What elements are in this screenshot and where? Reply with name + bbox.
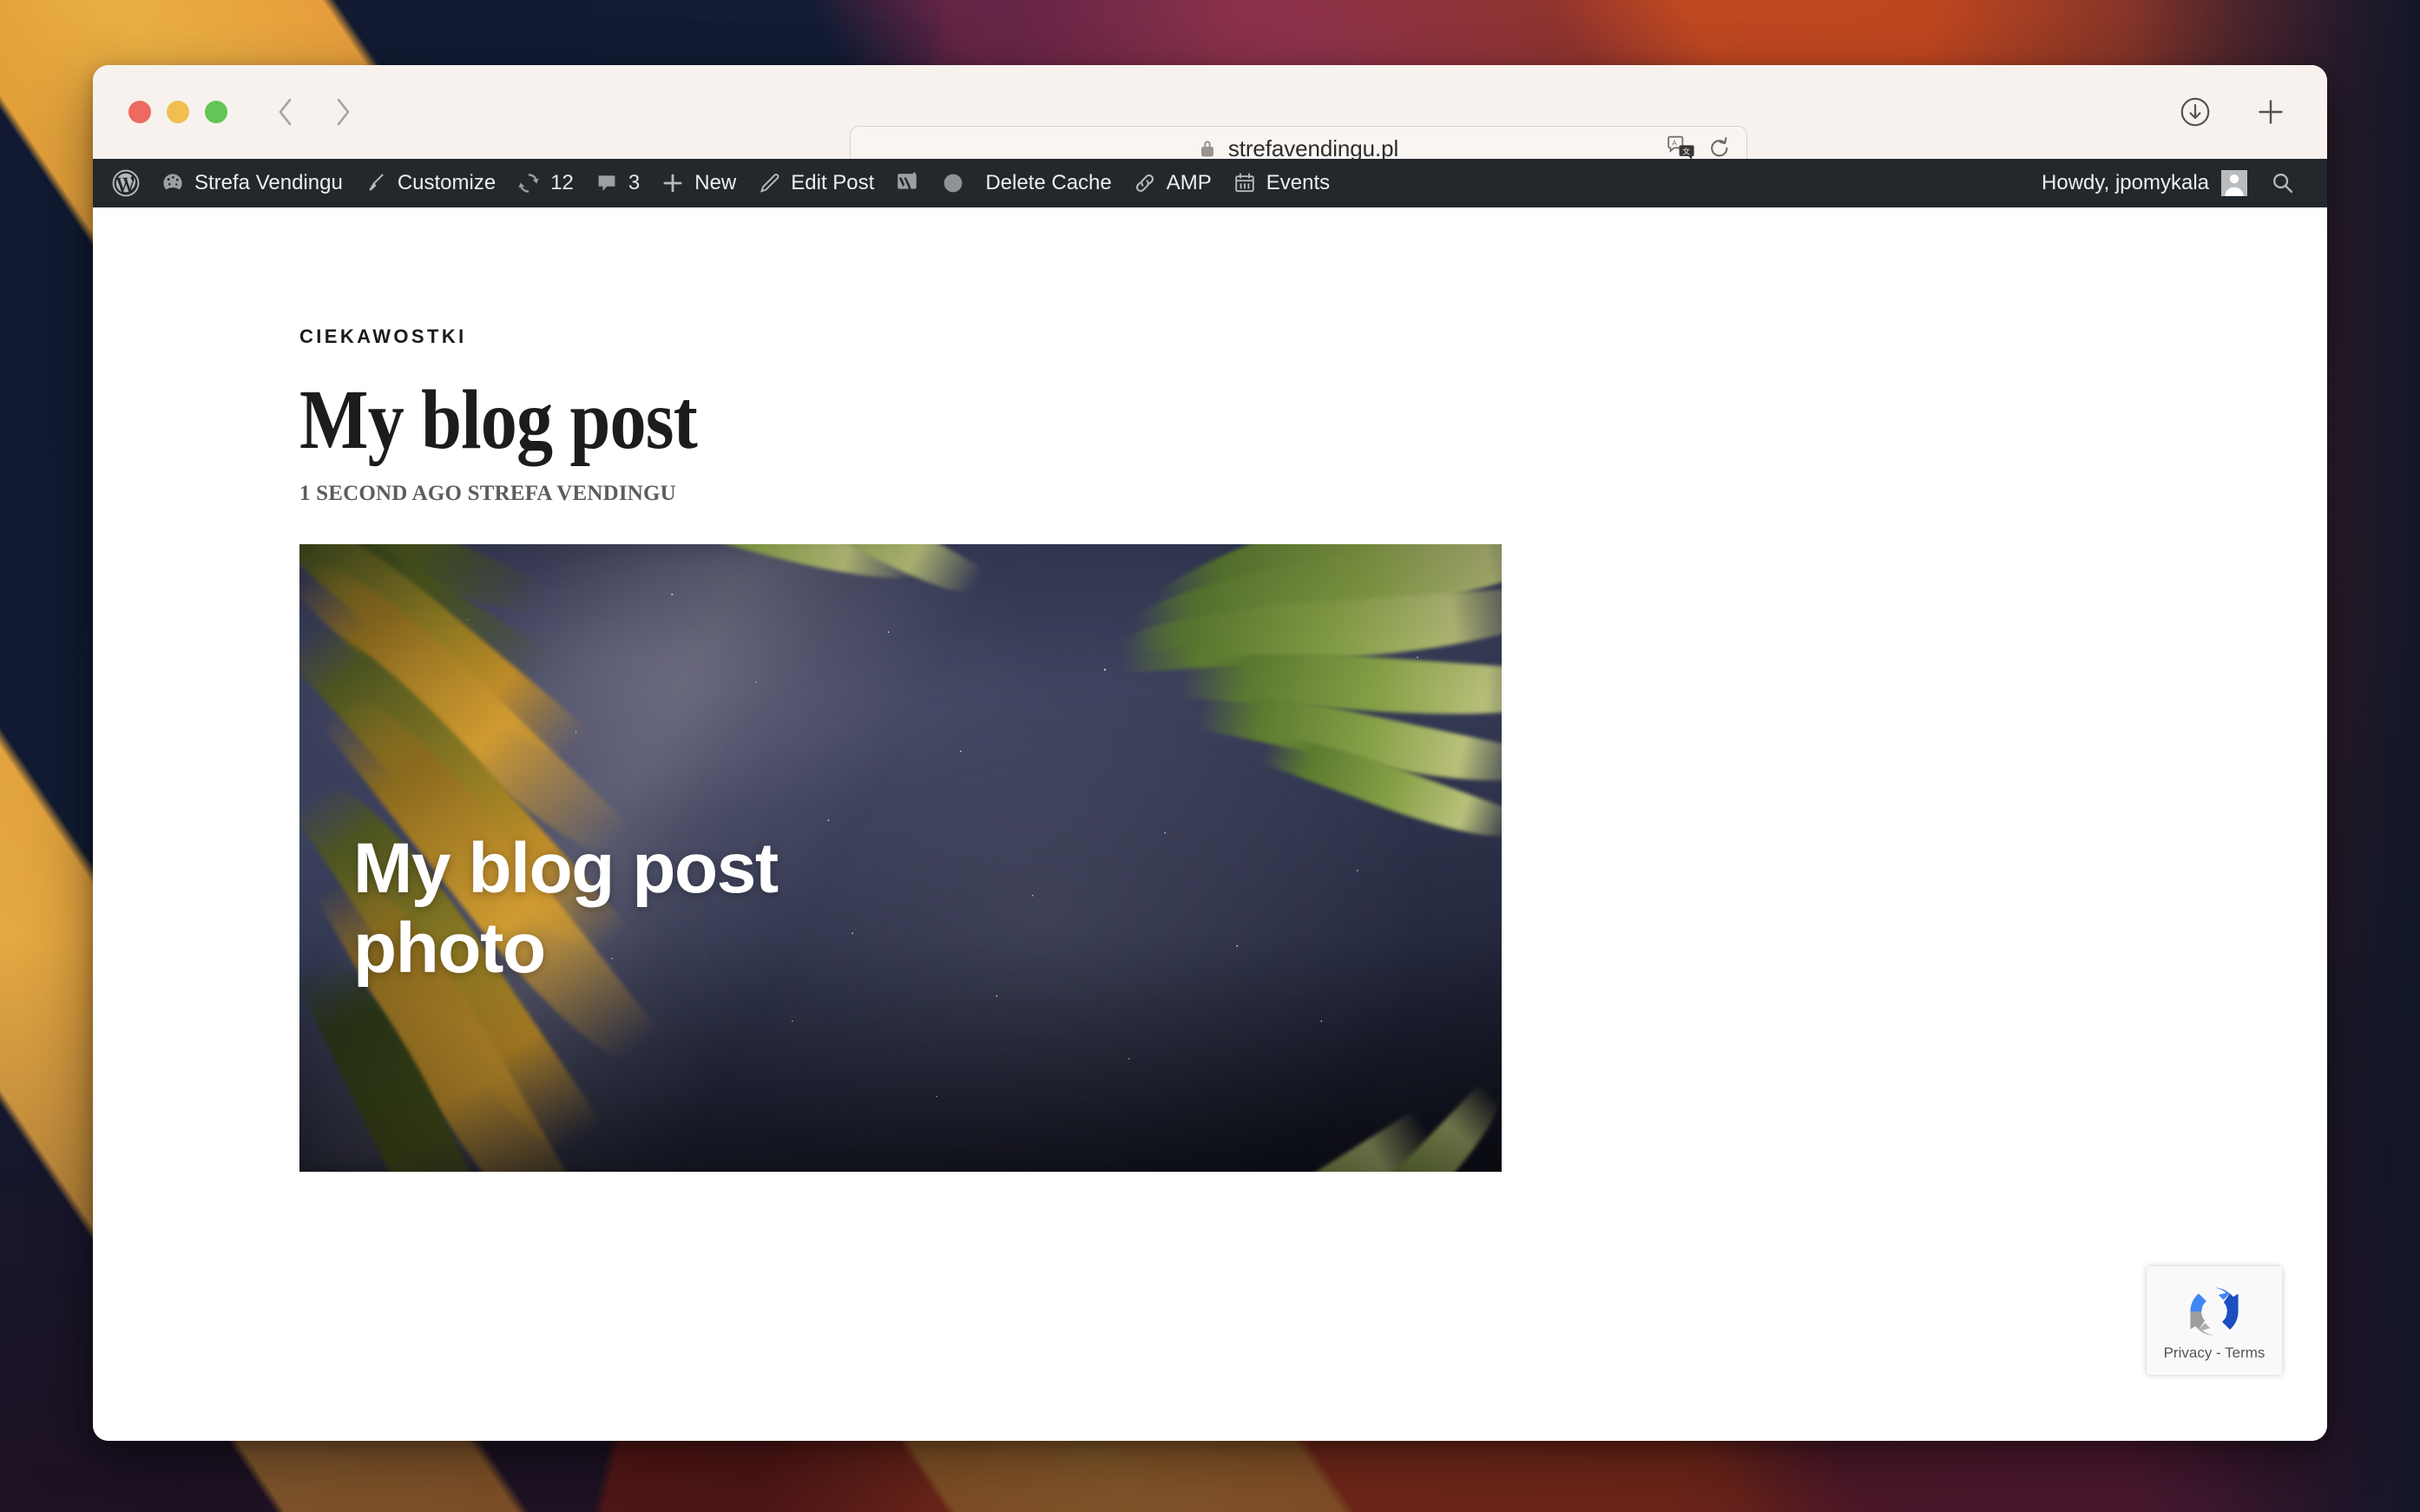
close-button[interactable] xyxy=(128,101,151,123)
adminbar-events-label: Events xyxy=(1266,171,1331,194)
translate-icon[interactable]: A 文 xyxy=(1667,135,1696,161)
adminbar-comments-count: 3 xyxy=(628,171,641,194)
recaptcha-links[interactable]: Privacy - Terms xyxy=(2164,1344,2265,1362)
forward-button[interactable] xyxy=(330,95,356,128)
adminbar-item-new-content[interactable]: New xyxy=(650,159,746,207)
adminbar-item-events[interactable]: Events xyxy=(1222,159,1340,207)
navigation-buttons xyxy=(273,95,356,128)
adminbar-new-label: New xyxy=(694,171,737,194)
adminbar-edit-post-label: Edit Post xyxy=(791,171,875,194)
blog-post-article: CIEKAWOSTKI My blog post 1 SECOND AGO ST… xyxy=(93,207,2327,1172)
desktop-background: strefavendingu.pl A 文 Strefa Vendingu Cu… xyxy=(0,0,2420,1512)
adminbar-item-updates[interactable]: 12 xyxy=(506,159,584,207)
lock-icon xyxy=(1199,138,1216,159)
new-tab-button[interactable] xyxy=(2254,95,2287,128)
svg-text:A: A xyxy=(1672,138,1677,147)
adminbar-item-howdy[interactable]: Howdy, jpomykala xyxy=(2028,159,2261,207)
minimize-button[interactable] xyxy=(167,101,189,123)
circle-icon xyxy=(942,172,964,194)
paintbrush-icon xyxy=(364,171,388,195)
chevron-right-icon xyxy=(337,98,350,126)
yoast-seo-icon xyxy=(895,169,921,197)
recaptcha-badge[interactable]: Privacy - Terms xyxy=(2147,1266,2282,1375)
address-bar-text: strefavendingu.pl xyxy=(1227,135,1399,161)
window-controls xyxy=(128,101,227,123)
post-meta: 1 SECOND AGO STREFA VENDINGU xyxy=(299,481,676,505)
featured-image-caption: My blog post photo xyxy=(353,828,779,988)
svg-text:文: 文 xyxy=(1682,146,1690,155)
adminbar-search-button[interactable] xyxy=(2261,159,2311,207)
adminbar-customize-label: Customize xyxy=(397,171,496,194)
wordpress-logo-icon xyxy=(112,169,140,197)
browser-window: strefavendingu.pl A 文 Strefa Vendingu Cu… xyxy=(93,65,2327,1441)
dashboard-icon xyxy=(161,171,185,195)
adminbar-site-name-label: Strefa Vendingu xyxy=(194,171,343,194)
adminbar-item-site-name[interactable]: Strefa Vendingu xyxy=(150,159,353,207)
adminbar-greeting-label: Howdy, jpomykala xyxy=(2042,171,2209,194)
adminbar-item-amp[interactable]: AMP xyxy=(1122,159,1222,207)
zoom-button[interactable] xyxy=(205,101,227,123)
updates-icon xyxy=(516,171,541,195)
adminbar-updates-count: 12 xyxy=(550,171,574,194)
adminbar-account-area: Howdy, jpomykala xyxy=(2028,159,2311,207)
adminbar-item-status-circle[interactable] xyxy=(931,159,975,207)
browser-toolbar: strefavendingu.pl A 文 xyxy=(93,65,2327,171)
page-title: My blog post xyxy=(299,373,698,467)
search-icon xyxy=(2270,170,2296,196)
adminbar-delete-cache-label: Delete Cache xyxy=(985,171,1112,194)
reload-icon[interactable] xyxy=(1708,136,1731,161)
toolbar-right-actions xyxy=(2178,95,2287,129)
adminbar-item-customize[interactable]: Customize xyxy=(353,159,506,207)
link-icon xyxy=(1133,171,1157,195)
calendar-icon xyxy=(1233,171,1257,195)
plus-icon xyxy=(661,171,685,195)
downloads-icon[interactable] xyxy=(2178,95,2213,129)
post-category-label[interactable]: CIEKAWOSTKI xyxy=(299,325,2327,348)
page-content: CIEKAWOSTKI My blog post 1 SECOND AGO ST… xyxy=(93,207,2327,1441)
adminbar-item-yoast-seo[interactable] xyxy=(884,159,931,207)
featured-image[interactable]: My blog post photo xyxy=(299,543,1502,1172)
adminbar-item-delete-cache[interactable]: Delete Cache xyxy=(975,159,1121,207)
chevron-left-icon xyxy=(279,98,292,126)
comment-icon xyxy=(595,171,619,195)
adminbar-item-wp-logo[interactable] xyxy=(93,159,150,207)
adminbar-amp-label: AMP xyxy=(1166,171,1212,194)
back-button[interactable] xyxy=(273,95,299,128)
user-avatar-icon xyxy=(2221,170,2247,196)
pencil-icon xyxy=(757,171,781,195)
address-bar-actions: A 文 xyxy=(1667,135,1731,161)
adminbar-item-edit-post[interactable]: Edit Post xyxy=(746,159,884,207)
adminbar-item-comments[interactable]: 3 xyxy=(584,159,650,207)
recaptcha-logo-icon xyxy=(2183,1280,2246,1343)
wordpress-admin-bar: Strefa Vendingu Customize 12 3 New Edit … xyxy=(93,159,2327,207)
